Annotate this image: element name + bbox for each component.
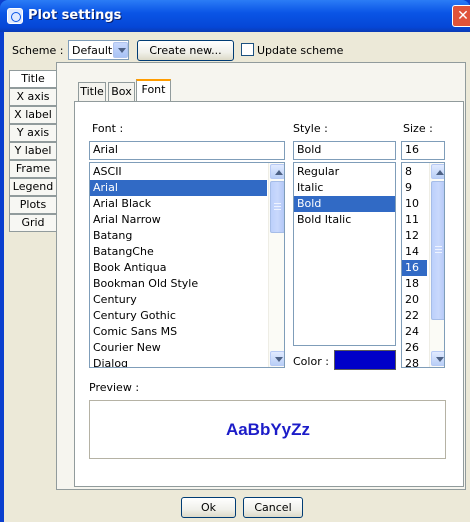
scheme-value: Default xyxy=(72,44,113,57)
side-tab-y-label[interactable]: Y label xyxy=(9,142,57,160)
font-list-item[interactable]: Dialog xyxy=(90,356,267,367)
font-list-item[interactable]: Century Gothic xyxy=(90,308,267,324)
font-list-scrollbar[interactable] xyxy=(268,163,284,367)
window-title: Plot settings xyxy=(28,8,122,23)
size-field[interactable]: 16 xyxy=(401,141,445,160)
side-tab-plots[interactable]: Plots xyxy=(9,196,57,214)
size-list-item[interactable]: 28 xyxy=(402,356,427,367)
side-tab-legend[interactable]: Legend xyxy=(9,178,57,196)
font-list-item[interactable]: Book Antiqua xyxy=(90,260,267,276)
scroll-up-icon[interactable] xyxy=(431,164,444,179)
side-tab-y-axis[interactable]: Y axis xyxy=(9,124,57,142)
size-list-item[interactable]: 9 xyxy=(402,180,427,196)
preview-label: Preview : xyxy=(89,381,140,394)
plot-settings-icon xyxy=(7,8,23,24)
font-list-item[interactable]: Comic Sans MS xyxy=(90,324,267,340)
font-label: Font : xyxy=(92,122,124,135)
size-list-item[interactable]: 24 xyxy=(402,324,427,340)
font-list-item[interactable]: Arial xyxy=(90,180,267,196)
font-list-item[interactable]: Courier New xyxy=(90,340,267,356)
size-list-item[interactable]: 11 xyxy=(402,212,427,228)
size-list-item[interactable]: 22 xyxy=(402,308,427,324)
size-list-item[interactable]: 10 xyxy=(402,196,427,212)
style-list-item[interactable]: Bold xyxy=(294,196,395,212)
scheme-select[interactable]: Default xyxy=(68,40,129,60)
size-label: Size : xyxy=(403,122,433,135)
color-swatch[interactable] xyxy=(334,350,396,370)
font-field[interactable]: Arial xyxy=(89,141,285,160)
style-list-item[interactable]: Regular xyxy=(294,164,395,180)
size-list-item[interactable]: 26 xyxy=(402,340,427,356)
size-list-item[interactable]: 20 xyxy=(402,292,427,308)
ok-button[interactable]: Ok xyxy=(181,497,236,518)
create-new-button[interactable]: Create new... xyxy=(137,40,234,61)
update-scheme-label: Update scheme xyxy=(257,44,344,57)
font-list-item[interactable]: Arial Narrow xyxy=(90,212,267,228)
size-list-item[interactable]: 12 xyxy=(402,228,427,244)
style-field[interactable]: Bold xyxy=(293,141,396,160)
font-list-item[interactable]: Arial Black xyxy=(90,196,267,212)
size-list[interactable]: 8 9 10 11 12 14 16 18 20 22 24 26 28 xyxy=(401,162,445,368)
cancel-button[interactable]: Cancel xyxy=(243,497,303,518)
font-list[interactable]: ASCII Arial Arial Black Arial Narrow Batang B… xyxy=(89,162,285,368)
scheme-label: Scheme : xyxy=(12,44,64,57)
tab-title[interactable]: Title xyxy=(78,82,106,102)
close-icon[interactable]: ✕ xyxy=(452,5,470,27)
style-list[interactable]: Regular Italic Bold Bold Italic xyxy=(293,162,396,346)
font-list-item[interactable]: ASCII xyxy=(90,164,267,180)
scroll-up-icon[interactable] xyxy=(270,164,284,179)
size-list-item[interactable]: 16 xyxy=(402,260,427,276)
font-list-item[interactable]: Bookman Old Style xyxy=(90,276,267,292)
style-list-item[interactable]: Italic xyxy=(294,180,395,196)
style-label: Style : xyxy=(293,122,328,135)
size-scroll-thumb[interactable] xyxy=(431,181,444,320)
tab-box[interactable]: Box xyxy=(108,82,135,102)
size-list-scrollbar[interactable] xyxy=(429,163,444,367)
size-list-item[interactable]: 18 xyxy=(402,276,427,292)
size-list-item[interactable]: 8 xyxy=(402,164,427,180)
update-scheme-checkbox[interactable] xyxy=(241,43,254,56)
style-list-item[interactable]: Bold Italic xyxy=(294,212,395,228)
font-list-item[interactable]: Batang xyxy=(90,228,267,244)
scroll-down-icon[interactable] xyxy=(270,351,284,366)
font-scroll-thumb[interactable] xyxy=(270,181,284,233)
scroll-down-icon[interactable] xyxy=(431,351,444,366)
font-list-item[interactable]: Century xyxy=(90,292,267,308)
side-tab-x-label[interactable]: X label xyxy=(9,106,57,124)
size-list-item[interactable]: 14 xyxy=(402,244,427,260)
chevron-down-icon[interactable] xyxy=(113,42,128,58)
side-tab-frame[interactable]: Frame xyxy=(9,160,57,178)
side-tab-grid[interactable]: Grid xyxy=(9,214,57,232)
font-list-item[interactable]: BatangChe xyxy=(90,244,267,260)
color-label: Color : xyxy=(293,355,329,368)
side-tab-title[interactable]: Title xyxy=(9,70,57,88)
side-tab-x-axis[interactable]: X axis xyxy=(9,88,57,106)
tab-font[interactable]: Font xyxy=(136,79,171,102)
preview-text: AaBbYyZz xyxy=(225,420,311,439)
